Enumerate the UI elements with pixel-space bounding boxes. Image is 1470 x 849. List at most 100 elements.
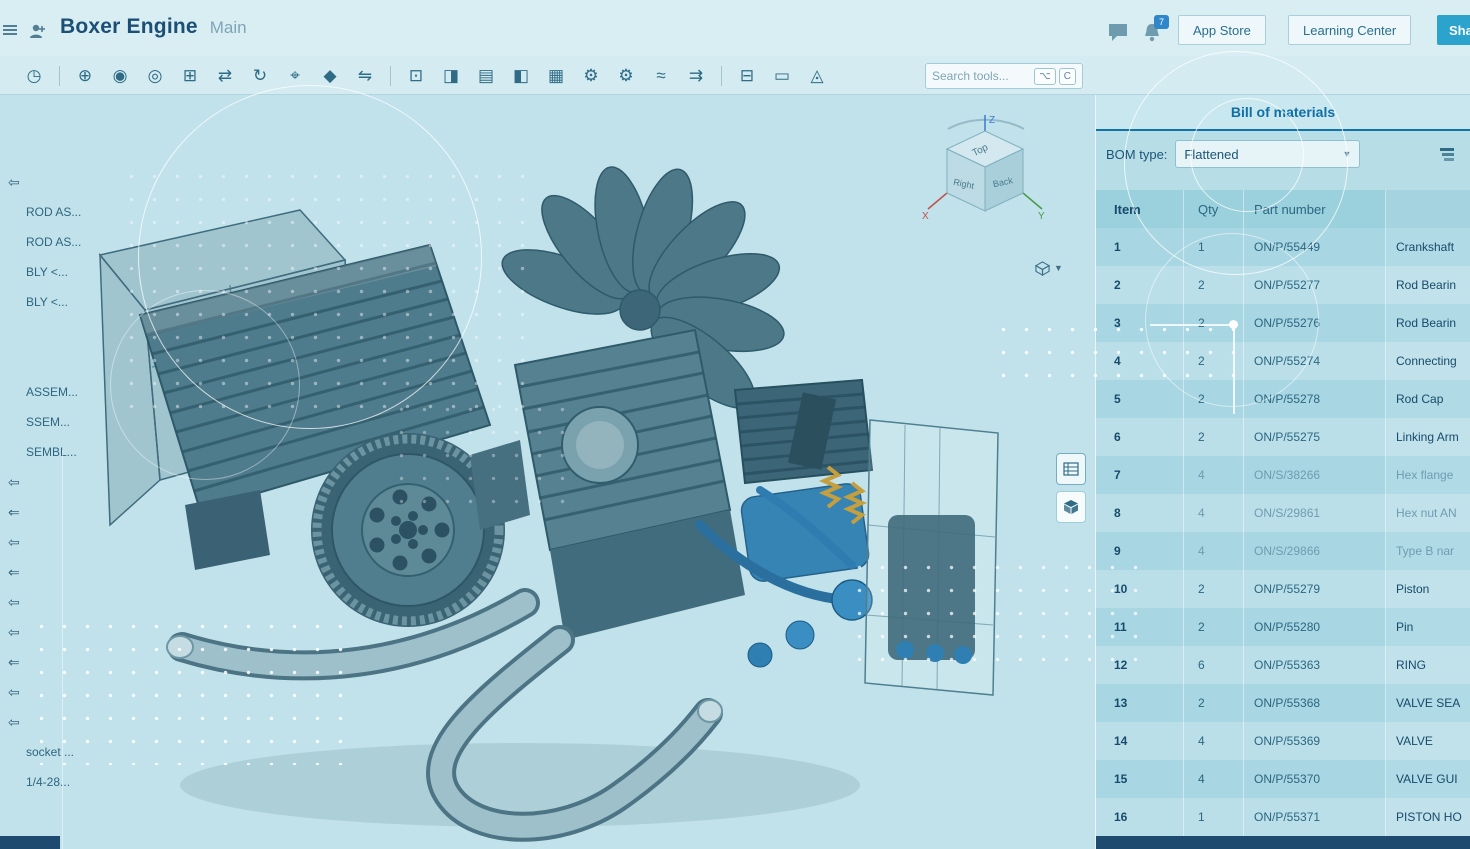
tool-icon[interactable] bbox=[59, 66, 60, 86]
tree-item[interactable]: SEMBL... bbox=[0, 437, 94, 467]
Connecting[interactable]: 4 2 ON/P/55274 Connecting bbox=[1096, 342, 1470, 380]
tree-item[interactable]: socket ... bbox=[0, 737, 94, 767]
learning-center-button[interactable]: Learning Center bbox=[1288, 15, 1411, 45]
notification-badge: 7 bbox=[1154, 15, 1169, 29]
view-options-dropdown[interactable]: ▼ bbox=[1026, 255, 1072, 281]
tree-item[interactable]: ⇦ bbox=[0, 677, 94, 707]
rotate-icon[interactable]: ↻ bbox=[250, 66, 270, 86]
arrow-icon: ⇦ bbox=[0, 594, 26, 611]
Pin[interactable]: 11 2 ON/P/55280 Pin bbox=[1096, 608, 1470, 646]
comment-icon[interactable] bbox=[1107, 22, 1131, 44]
VALVE SEA[interactable]: 13 2 ON/P/55368 VALVE SEA bbox=[1096, 684, 1470, 722]
user-add-icon[interactable] bbox=[28, 22, 46, 40]
column-header-part-number[interactable]: Part number bbox=[1244, 190, 1386, 228]
VALVE GUI[interactable]: 15 4 ON/P/55370 VALVE GUI bbox=[1096, 760, 1470, 798]
bom-settings-button[interactable] bbox=[1434, 141, 1460, 167]
bom-type-select[interactable]: Flattened ▼ bbox=[1175, 140, 1360, 168]
appearance-icon[interactable]: ◨ bbox=[441, 66, 461, 86]
mate-icon[interactable]: ◉ bbox=[110, 66, 130, 86]
tree-item[interactable]: BLY <... bbox=[0, 257, 94, 287]
assembly-toolbar: ◷ ⊕ ◉ ◎ ⊞ ⇄ ↻ ⌖ ◆ ⇋ ⊡ ◨ ▤ ◧ ▦ ⚙ ⚙ ≈ ⇉ ⊟ ▭ ◬ ⌥C bbox=[0, 56, 1470, 95]
tree-item-label: BLY <... bbox=[26, 295, 68, 309]
arrow-icon: ⇦ bbox=[0, 174, 26, 191]
bom-type-value: Flattened bbox=[1184, 147, 1342, 162]
filter-icon[interactable] bbox=[2, 22, 18, 38]
tool-icon[interactable] bbox=[390, 66, 391, 86]
tree-item[interactable]: ⇐ bbox=[0, 557, 94, 587]
bom-scrollbar[interactable] bbox=[1096, 836, 1470, 849]
tree-item[interactable]: ⇦ bbox=[0, 587, 94, 617]
pattern-icon[interactable]: ▦ bbox=[546, 66, 566, 86]
drawing-icon[interactable]: ⊟ bbox=[737, 66, 757, 86]
workspace-name[interactable]: Main bbox=[210, 18, 247, 38]
tree-item[interactable]: ⇦ bbox=[0, 167, 94, 197]
search-tools-box[interactable]: ⌥C bbox=[925, 63, 1083, 89]
bom-tab[interactable]: Bill of materials bbox=[1096, 95, 1470, 131]
Type B nar[interactable]: 9 4 ON/S/29866 Type B nar bbox=[1096, 532, 1470, 570]
tool-icon[interactable] bbox=[721, 66, 722, 86]
group-icon[interactable]: ⊞ bbox=[180, 66, 200, 86]
model-config-toggle[interactable] bbox=[1056, 491, 1086, 523]
share-button[interactable]: Share bbox=[1437, 15, 1470, 45]
shortcut-key: ⌥ bbox=[1034, 68, 1056, 85]
chevron-down-icon: ▼ bbox=[1343, 149, 1352, 159]
Hex nut AN[interactable]: 8 4 ON/S/29861 Hex nut AN bbox=[1096, 494, 1470, 532]
bom-list-icon bbox=[1063, 461, 1079, 477]
gear-icon[interactable]: ⚙ bbox=[616, 66, 636, 86]
app-store-button[interactable]: App Store bbox=[1178, 15, 1266, 45]
tree-item[interactable]: ROD AS... bbox=[0, 227, 94, 257]
configuration-icon[interactable]: ⚙ bbox=[581, 66, 601, 86]
Hex flange[interactable]: 7 4 ON/S/38266 Hex flange bbox=[1096, 456, 1470, 494]
Rod Cap[interactable]: 5 2 ON/P/55278 Rod Cap bbox=[1096, 380, 1470, 418]
Piston[interactable]: 10 2 ON/P/55279 Piston bbox=[1096, 570, 1470, 608]
Rod Bearin[interactable]: 2 2 ON/P/55277 Rod Bearin bbox=[1096, 266, 1470, 304]
explode-icon[interactable]: ◆ bbox=[320, 66, 340, 86]
display-states-icon[interactable]: ◧ bbox=[511, 66, 531, 86]
tree-item[interactable]: ⇦ bbox=[0, 467, 94, 497]
column-header-item[interactable]: Item bbox=[1096, 190, 1184, 228]
history-icon[interactable]: ◷ bbox=[24, 66, 44, 86]
tree-item[interactable]: ⇦ bbox=[0, 617, 94, 647]
tree-item-label: ASSEM... bbox=[26, 385, 78, 399]
tree-item-label: ROD AS... bbox=[26, 235, 81, 249]
measure-icon[interactable]: ◬ bbox=[807, 66, 827, 86]
mirror-icon[interactable]: ⇋ bbox=[355, 66, 375, 86]
3d-viewport[interactable]: Top Right Back Z X Y ▼ bbox=[0, 95, 1095, 849]
spring-icon[interactable]: ≈ bbox=[651, 66, 671, 86]
tree-item[interactable]: ROD AS... bbox=[0, 197, 94, 227]
Rod Bearin[interactable]: 3 2 ON/P/55276 Rod Bearin bbox=[1096, 304, 1470, 342]
column-header-name[interactable] bbox=[1386, 190, 1470, 228]
arrow-icon: ⇐ bbox=[0, 564, 26, 581]
tree-item[interactable]: ⇐ bbox=[0, 647, 94, 677]
move-icon[interactable]: ⇄ bbox=[215, 66, 235, 86]
tree-item[interactable]: ASSEM... bbox=[0, 377, 94, 407]
VALVE[interactable]: 14 4 ON/P/55369 VALVE bbox=[1096, 722, 1470, 760]
search-input[interactable] bbox=[932, 69, 1031, 83]
frame-icon[interactable]: ⊡ bbox=[406, 66, 426, 86]
belt-icon[interactable]: ⇉ bbox=[686, 66, 706, 86]
tree-item[interactable]: ⇦ bbox=[0, 527, 94, 557]
mate-connector-icon[interactable]: ◎ bbox=[145, 66, 165, 86]
column-header-qty[interactable]: Qty bbox=[1184, 190, 1244, 228]
tree-item-label: 1/4-28... bbox=[26, 775, 70, 789]
PISTON HO[interactable]: 16 1 ON/P/55371 PISTON HO bbox=[1096, 798, 1470, 836]
sheet-icon[interactable]: ▭ bbox=[772, 66, 792, 86]
named-views-icon[interactable]: ▤ bbox=[476, 66, 496, 86]
RING[interactable]: 12 6 ON/P/55363 RING bbox=[1096, 646, 1470, 684]
bom-header-row[interactable]: Item Qty Part number bbox=[1096, 190, 1470, 228]
bom-panel-toggle[interactable] bbox=[1056, 453, 1086, 485]
tree-selection-block bbox=[0, 836, 60, 849]
tree-item[interactable]: ⇦ bbox=[0, 707, 94, 737]
Crankshaft[interactable]: 1 1 ON/P/55449 Crankshaft bbox=[1096, 228, 1470, 266]
Linking Arm[interactable]: 6 2 ON/P/55275 Linking Arm bbox=[1096, 418, 1470, 456]
insert-icon[interactable]: ⊕ bbox=[75, 66, 95, 86]
arrow-icon: ⇦ bbox=[0, 624, 26, 641]
tree-item[interactable]: 1/4-28... bbox=[0, 767, 94, 797]
view-cube[interactable]: Top Right Back Z X Y bbox=[920, 113, 1054, 247]
document-title: Boxer Engine bbox=[60, 15, 198, 39]
tree-item[interactable]: BLY <... bbox=[0, 287, 94, 317]
arrow-icon: ⇦ bbox=[0, 684, 26, 701]
snap-mode-icon[interactable]: ⌖ bbox=[285, 66, 305, 86]
tree-item[interactable]: ⇐ bbox=[0, 497, 94, 527]
tree-item[interactable]: SSEM... bbox=[0, 407, 94, 437]
